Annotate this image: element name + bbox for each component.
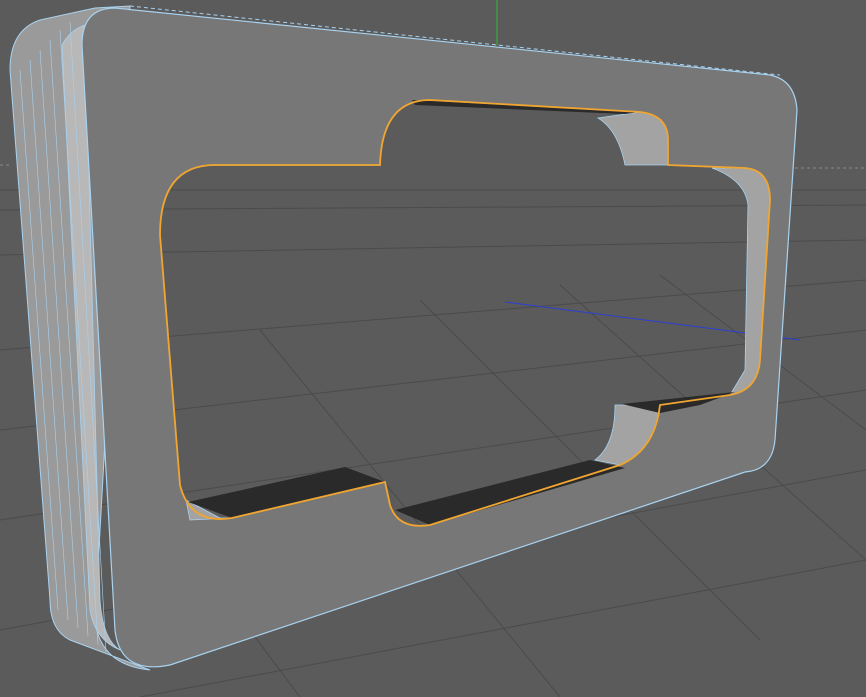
3d-viewport[interactable]: [0, 0, 866, 697]
viewport-canvas[interactable]: [0, 0, 866, 697]
